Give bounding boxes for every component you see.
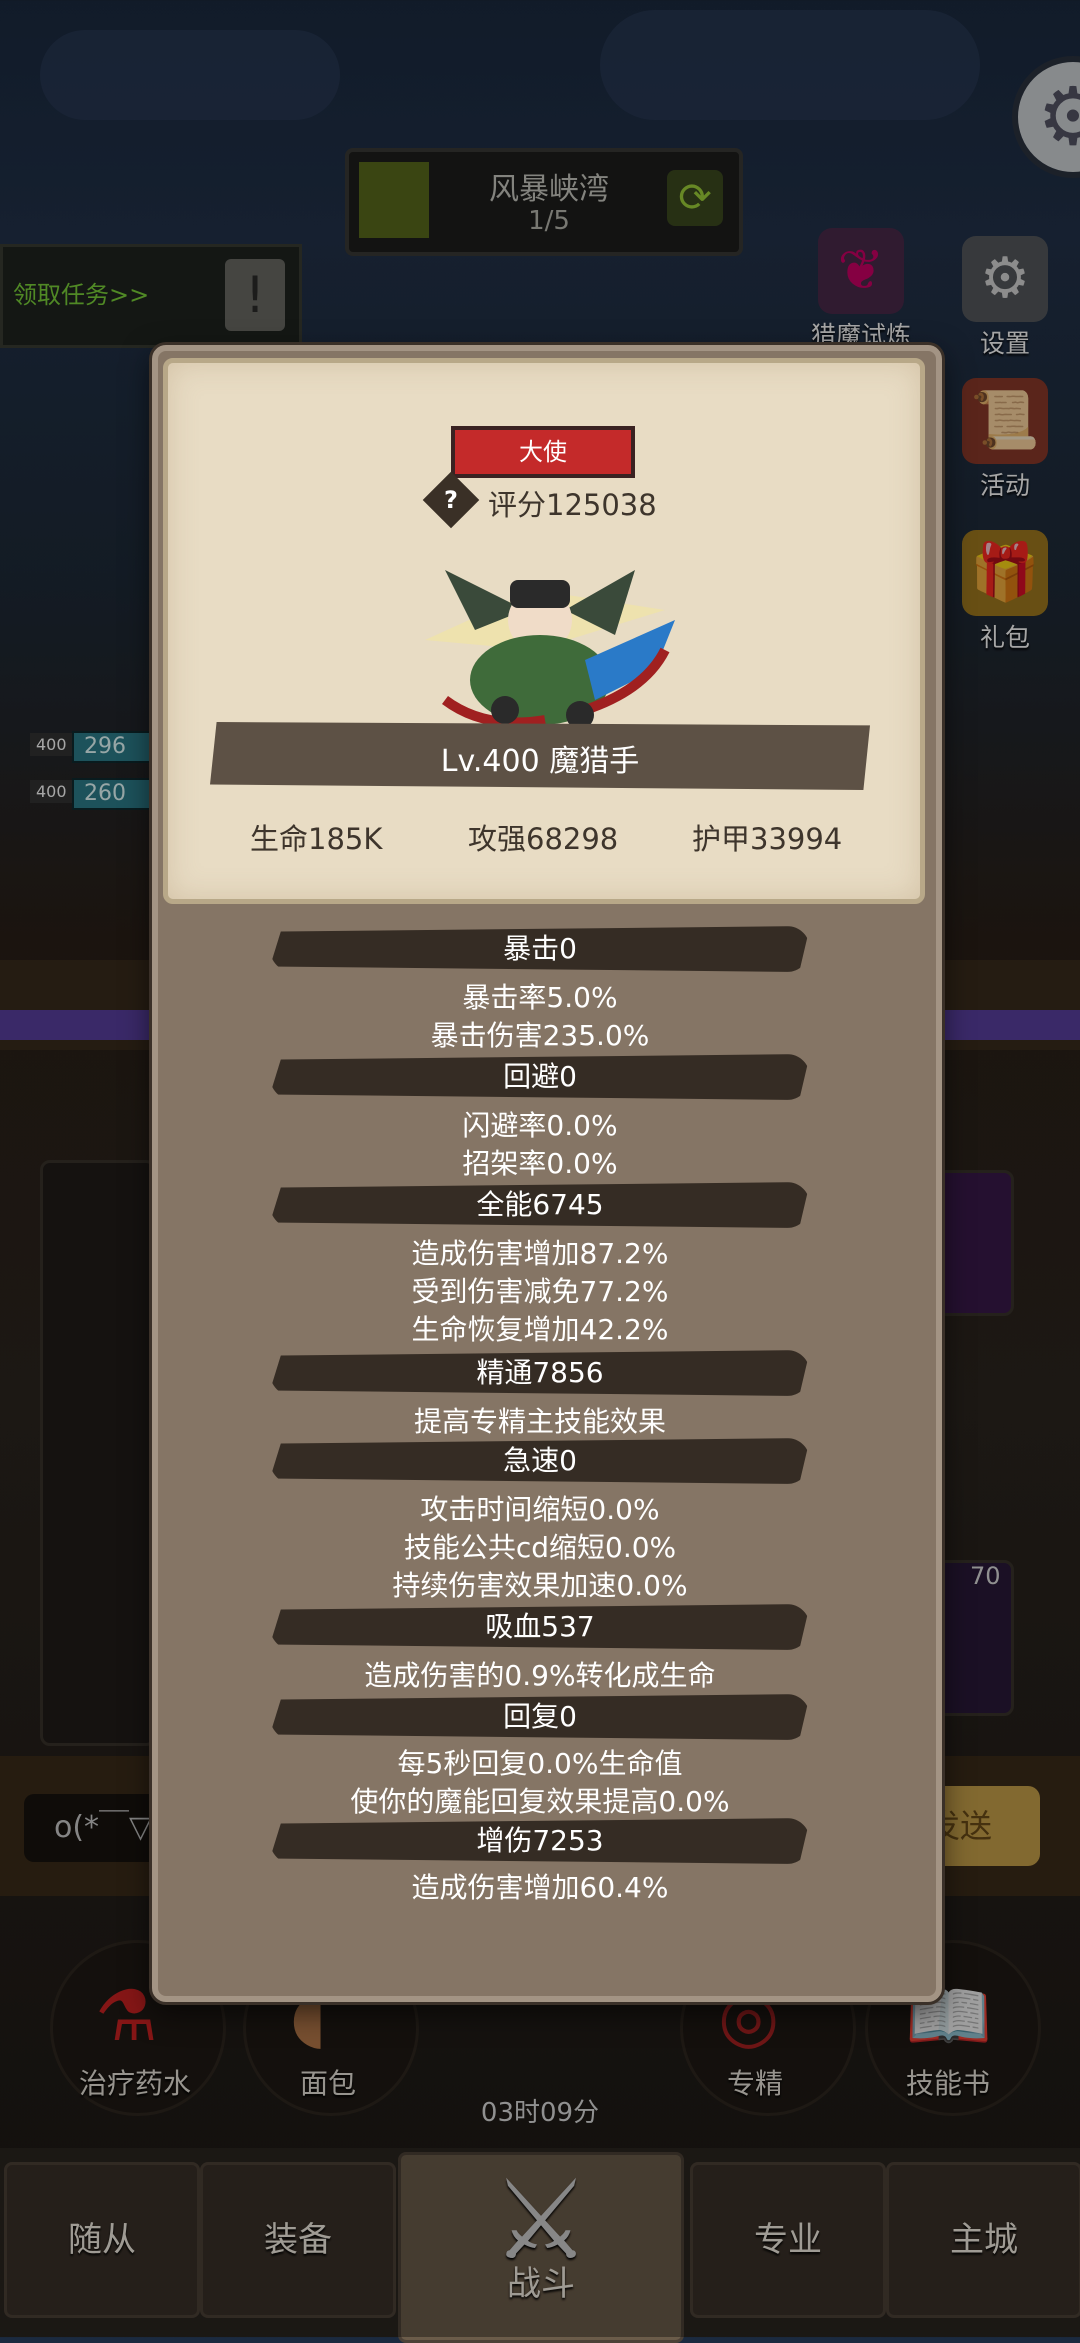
stat-damage-bonus-title: 增伤7253 [476, 1824, 604, 1857]
stat-mastery-title: 精通7856 [476, 1356, 604, 1389]
stat-line: 生命恢复增加42.2% [411, 1313, 669, 1346]
stat-line: 闪避率0.0% [462, 1109, 618, 1142]
rank-badge: 大使 [451, 426, 635, 478]
stat-line: 造成伤害增加60.4% [411, 1871, 669, 1904]
stat-lifesteal-title: 吸血537 [485, 1610, 595, 1643]
help-icon[interactable]: ? [431, 480, 471, 520]
stat-line: 持续伤害效果加速0.0% [392, 1569, 688, 1602]
stat-line: 使你的魔能回复效果提高0.0% [350, 1785, 730, 1818]
stat-regen-title: 回复0 [503, 1700, 577, 1733]
stat-crit-title: 暴击0 [503, 932, 577, 965]
stat-line: 提高专精主技能效果 [413, 1405, 666, 1438]
stat-line: 受到伤害减免77.2% [411, 1275, 669, 1308]
hero-armor: 护甲33994 [692, 822, 843, 856]
hero-attack: 攻强68298 [468, 822, 619, 856]
stat-avoidance-title: 回避0 [503, 1060, 577, 1093]
stat-line: 技能公共cd缩短0.0% [403, 1531, 677, 1564]
stat-line: 造成伤害增加87.2% [411, 1237, 669, 1270]
stat-line: 招架率0.0% [462, 1147, 618, 1180]
stat-line: 造成伤害的0.9%转化成生命 [364, 1659, 716, 1692]
hero-score: 评分125038 [488, 488, 657, 522]
stat-line: 暴击率5.0% [462, 981, 618, 1014]
hero-hp: 生命185K [250, 822, 383, 856]
hero-portrait [425, 570, 675, 729]
stat-line: 暴击伤害235.0% [430, 1019, 650, 1052]
hero-name: Lv.400 魔猎手 [440, 744, 640, 779]
stat-line: 攻击时间缩短0.0% [420, 1493, 660, 1526]
stat-haste-title: 急速0 [503, 1444, 577, 1477]
stat-versatility-title: 全能6745 [476, 1188, 604, 1221]
stat-line: 每5秒回复0.0%生命值 [397, 1747, 683, 1780]
